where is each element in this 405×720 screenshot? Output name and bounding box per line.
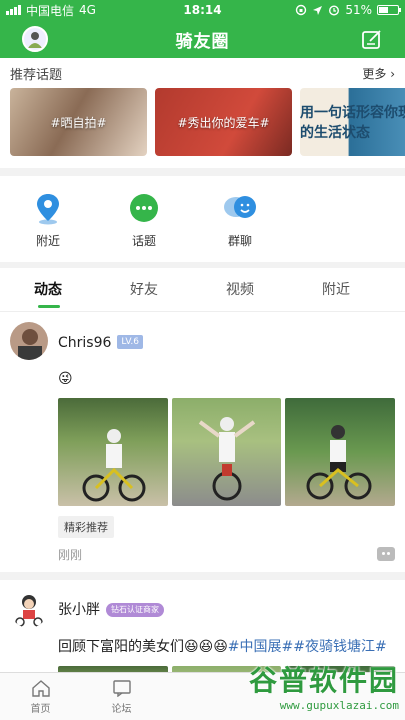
quick-nearby[interactable]: 附近 [0,192,96,254]
comment-icon[interactable] [377,547,395,561]
avatar[interactable] [10,322,48,360]
tab-videos[interactable]: 视频 [192,268,288,312]
location-pin-icon [37,194,59,225]
post-username[interactable]: 张小胖 [58,602,100,618]
user-avatar-button[interactable] [22,26,48,52]
featured-tag[interactable]: 精彩推荐 [58,516,114,538]
alarm-icon [329,5,340,16]
group-chat-icon [224,196,256,218]
bottom-tab-home[interactable]: 首页 [0,673,81,720]
home-icon [31,679,50,697]
quick-topics[interactable]: 话题 [96,192,192,254]
rotation-lock-icon [296,4,307,16]
cyclist-photo-icon [82,429,146,502]
quick-entries: 附近 话题 群聊 [0,176,405,262]
level-badge: LV.6 [117,335,144,349]
watermark-url: www.gupuxlazai.com [279,699,399,712]
tab-feed[interactable]: 动态 [0,268,96,312]
carrier-label: 中国电信 [26,3,75,18]
topic-card-life-status[interactable]: 用一句话形容你现在的生活状态 [300,88,405,156]
tab-friends[interactable]: 好友 [96,268,192,312]
watermark: 谷普软件园 www.gupuxlazai.com [249,659,399,712]
location-arrow-icon [313,5,323,15]
network-label: 4G [79,3,96,17]
topics-more-link[interactable]: 更多 › [362,65,395,82]
tab-nearby[interactable]: 附近 [288,268,384,312]
merchant-badge: 钻石认证商家 [106,602,164,617]
recommended-topics: 推荐话题 更多 › #晒自拍# #秀出你的爱车# 用一句话形容你现在的生活状态 [0,58,405,168]
topic-card-selfie[interactable]: #晒自拍# [10,88,147,156]
post-text: 回顾下富阳的美女们😆😆😆#中国展##夜骑钱塘江# [58,639,387,655]
nav-bar: 骑友圈 [0,20,405,58]
post-photo[interactable] [171,398,282,506]
battery-icon [377,5,401,15]
post-photo[interactable] [285,398,396,506]
watermark-logo: 谷普软件园 [248,664,399,697]
status-bar: 中国电信 4G 18:14 51% [0,0,405,20]
post-time: 刚刚 [58,547,83,562]
cyclist-photo-icon [198,417,255,501]
battery-percent: 51% [345,3,372,17]
quick-group-chat[interactable]: 群聊 [192,192,288,254]
post-hashtags[interactable]: #中国展##夜骑钱塘江# [228,639,387,655]
forum-icon [112,679,131,697]
top-bar: 中国电信 4G 18:14 51% 骑友圈 [0,0,405,58]
post-photos [58,398,396,506]
post-username[interactable]: Chris96 [58,335,111,351]
post-item[interactable]: Chris96 LV.6 😜 精彩推荐 刚刚 [0,312,405,572]
chat-bubble-icon [130,194,158,222]
user-photo-icon [10,322,48,360]
feed-tabs: 动态 好友 视频 附近 [0,268,405,312]
bottom-tab-empty-1[interactable] [162,673,243,720]
signal-icon [6,5,21,15]
page-title: 骑友圈 [175,31,230,52]
avatar[interactable] [10,590,48,628]
topic-card-bike[interactable]: #秀出你的爱车# [155,88,292,156]
cartoon-cyclist-icon [10,590,48,628]
post-photo[interactable] [58,398,168,506]
bottom-tab-forum[interactable]: 论坛 [81,673,162,720]
cyclist-photo-icon [306,425,372,500]
cyclist-avatar-icon [24,28,46,50]
topics-heading: 推荐话题 [10,67,63,83]
compose-icon[interactable] [361,28,383,50]
post-text: 😜 [58,371,73,387]
